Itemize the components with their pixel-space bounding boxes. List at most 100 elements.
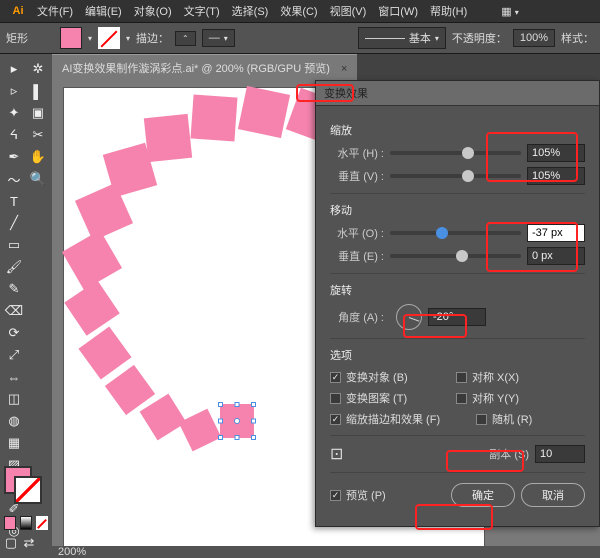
menu-object[interactable]: 对象(O) [129,1,177,21]
stroke-weight[interactable]: ⌃ [175,31,196,46]
shape-label: 矩形 [6,30,28,46]
brush-basic[interactable]: 基本 ▾ [358,27,446,49]
direct-selection-tool[interactable]: ▹ [2,80,26,102]
mini-gradient[interactable] [20,516,32,530]
width-tool[interactable]: ⇔ [2,366,26,388]
cb-preview[interactable]: 预览 (P) [330,487,386,503]
angle-value[interactable]: -20° [428,308,486,326]
move-h-label: 水平 (O) : [330,225,384,241]
document-tab[interactable]: AI变换效果制作漩涡彩点.ai* @ 200% (RGB/GPU 预览) × [52,54,357,80]
hand-tool[interactable]: ✋ [26,146,50,168]
pen-tool[interactable]: ✒ [2,146,26,168]
magic-wand-tool[interactable]: ✦ [2,102,26,124]
menu-file[interactable]: 文件(F) [32,1,78,21]
selection-tool[interactable]: ▸ [2,58,26,80]
move-h-value[interactable]: -37 px [527,224,585,242]
stroke-label: 描边： [136,30,169,46]
menubar: Ai 文件(F) 编辑(E) 对象(O) 文字(T) 选择(S) 效果(C) 视… [0,0,600,22]
shaper-tool[interactable]: ✎ [2,278,26,300]
paintbrush-tool[interactable]: 🖌 [2,256,26,278]
selected-object[interactable] [220,404,254,438]
move-v-slider[interactable] [390,254,521,258]
eraser-tool[interactable]: ⌫ [2,300,26,322]
move-header: 移动 [330,202,585,218]
shape-builder-tool[interactable]: ◍ [2,410,26,432]
menu-select[interactable]: 选择(S) [227,1,274,21]
anchor-grid-icon[interactable]: ⊡ [330,444,343,464]
document-tabbar: AI变换效果制作漩涡彩点.ai* @ 200% (RGB/GPU 预览) × [52,54,600,80]
sq-copy [64,280,120,336]
scale-h-label: 水平 (H) : [330,145,384,161]
type-tool[interactable]: T [2,190,26,212]
graph-tool[interactable]: ▌ [26,80,50,102]
move-v-label: 垂直 (E) : [330,248,384,264]
symbol-sprayer-tool[interactable]: ✲ [26,58,50,80]
cb-reflect-y[interactable]: 对称 Y(Y) [456,390,576,406]
rectangle-tool[interactable]: ▭ [2,234,26,256]
menu-help[interactable]: 帮助(H) [425,1,472,21]
menu-arrange-icon[interactable]: ▦ ▾ [496,3,523,20]
artboard-tool[interactable]: ▣ [26,102,50,124]
status-bar: 200% [52,546,600,558]
cb-scale-strokes[interactable]: 缩放描边和效果 (F) [330,411,470,427]
move-h-slider[interactable] [390,231,521,235]
menu-view[interactable]: 视图(V) [325,1,372,21]
sq-copy [62,230,122,290]
document-tab-title: AI变换效果制作漩涡彩点.ai* @ 200% (RGB/GPU 预览) [62,63,330,75]
screen-mode-normal[interactable]: ▢ [4,536,18,550]
app-logo: Ai [6,2,30,20]
scale-v-slider[interactable] [390,174,521,178]
mini-none[interactable] [36,516,48,530]
cancel-button[interactable]: 取消 [521,483,585,507]
opacity-value[interactable]: 100% [513,29,555,47]
options-header: 选项 [330,347,585,363]
menu-type[interactable]: 文字(T) [179,1,225,21]
dialog-title: 变换效果 [316,81,599,106]
fill-swatch[interactable] [60,27,82,49]
scale-v-label: 垂直 (V) : [330,168,384,184]
angle-label: 角度 (A) : [330,309,384,325]
zoom-tool[interactable]: 🔍 [26,168,50,190]
control-bar: 矩形 ▾ ▾ 描边： ⌃ — ▾ 基本 ▾ 不透明度： 100% 样式： [0,22,600,54]
cb-transform-pattern[interactable]: 变换图案 (T) [330,390,450,406]
zoom-level[interactable]: 200% [58,546,86,558]
stroke-swatch[interactable] [98,27,120,49]
sq-copy [238,86,290,138]
slice-tool[interactable]: ✂ [26,124,50,146]
free-transform-tool[interactable]: ◫ [2,388,26,410]
lasso-tool[interactable]: ᔦ [2,124,26,146]
transform-effect-dialog: 变换效果 缩放 水平 (H) : 105% 垂直 (V) : 105% 移动 水… [315,80,600,527]
fill-stroke-indicator[interactable] [4,466,38,500]
perspective-tool[interactable]: ▦ [2,432,26,454]
close-tab-icon[interactable]: × [341,63,347,75]
cb-transform-object[interactable]: 变换对象 (B) [330,369,450,385]
scale-header: 缩放 [330,122,585,138]
rotate-header: 旋转 [330,282,585,298]
menu-edit[interactable]: 编辑(E) [80,1,127,21]
mini-fill[interactable] [4,516,16,530]
style-label: 样式： [561,30,594,46]
scale-v-value[interactable]: 105% [527,167,585,185]
move-v-value[interactable]: 0 px [527,247,585,265]
rotate-tool[interactable]: ⟳ [2,322,26,344]
angle-dial[interactable] [396,304,422,330]
sq-copy [179,409,222,452]
scale-h-value[interactable]: 105% [527,144,585,162]
tools-panel: ▸ ▹ ✦ ᔦ ✒ 〜 T ╱ ▭ 🖌 ✎ ⌫ ⟳ ⤢ ⇔ ◫ ◍ ▦ ▨ ▤ … [0,54,52,558]
sq-copy [140,394,187,441]
scale-tool[interactable]: ⤢ [2,344,26,366]
ok-button[interactable]: 确定 [451,483,515,507]
curvature-tool[interactable]: 〜 [2,168,26,190]
cb-reflect-x[interactable]: 对称 X(X) [456,369,576,385]
screen-mode-switch[interactable]: ⇄ [22,536,36,550]
menu-window[interactable]: 窗口(W) [373,1,423,21]
copies-label: 副本 (S) [489,446,529,462]
stroke-profile[interactable]: — ▾ [202,29,235,47]
scale-h-slider[interactable] [390,151,521,155]
line-tool[interactable]: ╱ [2,212,26,234]
opacity-label: 不透明度： [452,30,507,46]
cb-random[interactable]: 随机 (R) [476,411,576,427]
copies-value[interactable]: 10 [535,445,585,463]
menu-effect[interactable]: 效果(C) [275,1,322,21]
sq-copy [144,114,192,162]
